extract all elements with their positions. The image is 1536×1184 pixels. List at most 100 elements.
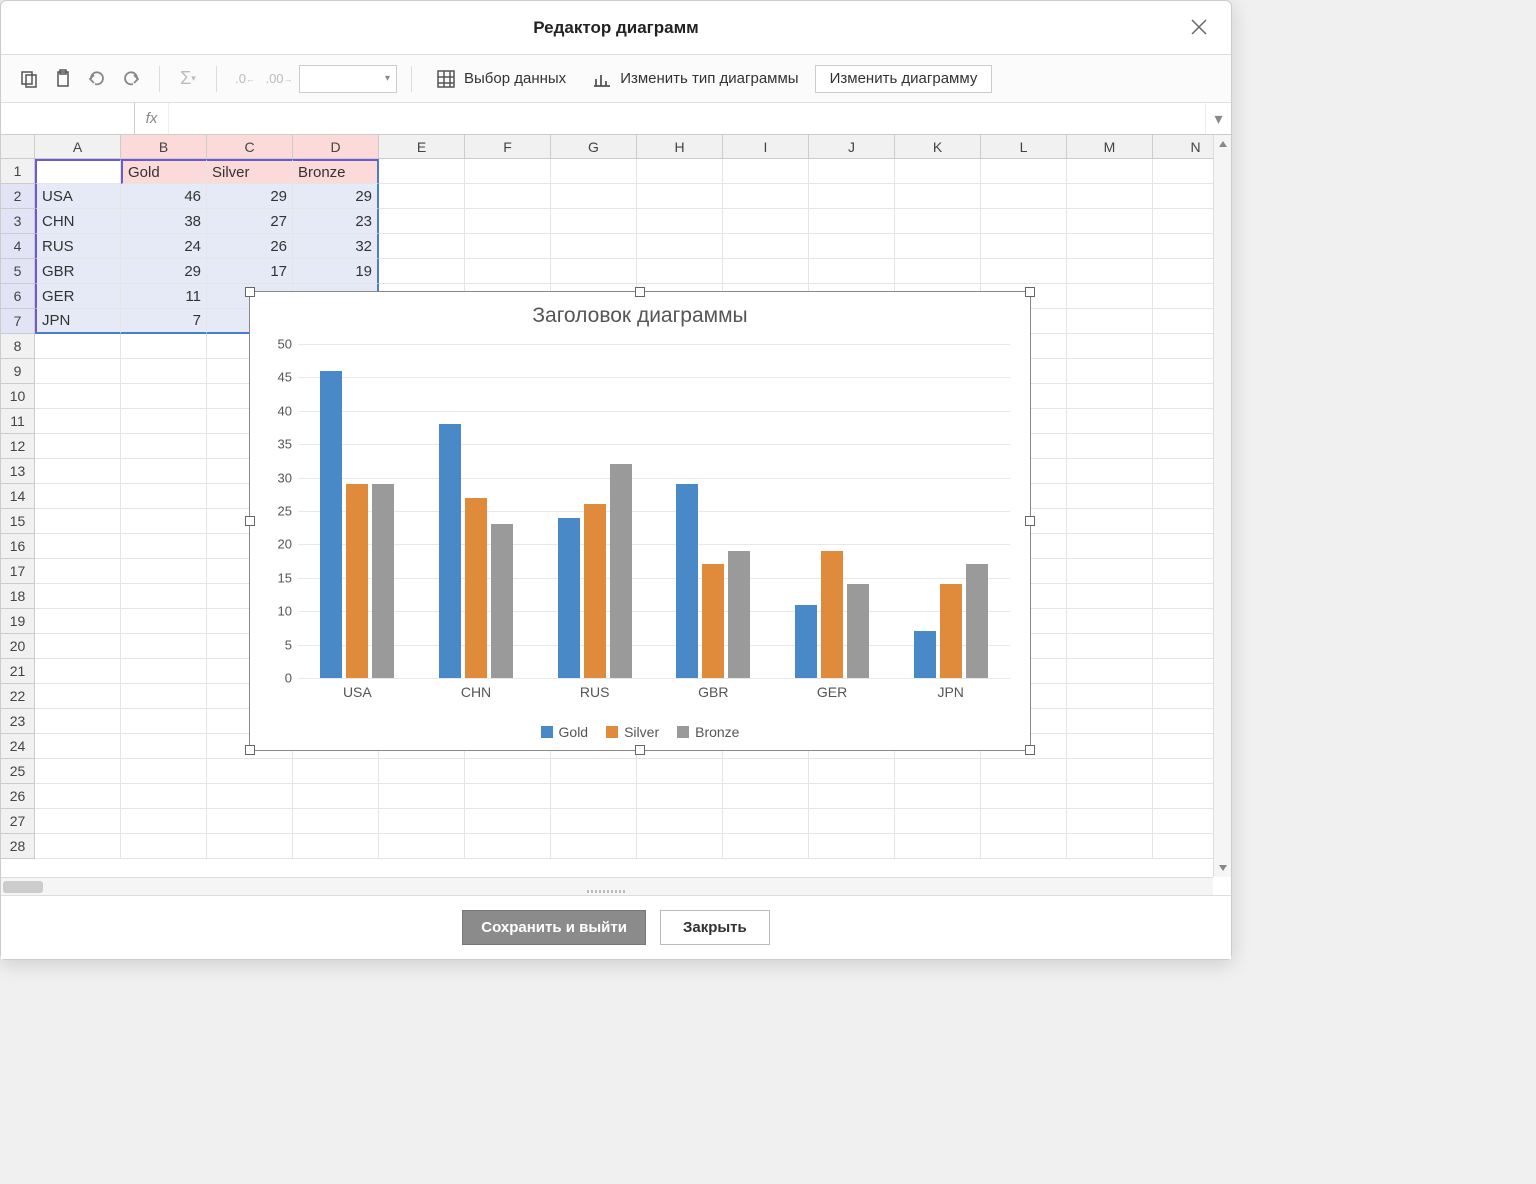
cell[interactable] <box>723 809 809 834</box>
cell[interactable] <box>121 359 207 384</box>
bar-bronze[interactable] <box>491 524 513 678</box>
number-format-combo[interactable]: ▾ <box>299 65 397 93</box>
bar-silver[interactable] <box>465 498 487 678</box>
fx-icon[interactable]: fx <box>135 103 169 134</box>
cell[interactable] <box>809 159 895 184</box>
resize-handle-sw[interactable] <box>245 745 255 755</box>
cell[interactable] <box>1067 584 1153 609</box>
cell[interactable] <box>379 234 465 259</box>
cell[interactable] <box>35 484 121 509</box>
cell[interactable] <box>35 334 121 359</box>
cell[interactable] <box>465 759 551 784</box>
bar-gold[interactable] <box>558 518 580 678</box>
cell[interactable] <box>637 784 723 809</box>
redo-icon[interactable] <box>117 65 145 93</box>
bar-silver[interactable] <box>821 551 843 678</box>
cell[interactable] <box>207 784 293 809</box>
cell[interactable] <box>981 784 1067 809</box>
cell[interactable] <box>723 209 809 234</box>
cell[interactable] <box>121 759 207 784</box>
cell[interactable] <box>465 159 551 184</box>
row-header-13[interactable]: 13 <box>1 459 35 484</box>
cell[interactable] <box>293 759 379 784</box>
cell[interactable] <box>551 159 637 184</box>
cell[interactable] <box>121 734 207 759</box>
row-header-17[interactable]: 17 <box>1 559 35 584</box>
save-and-exit-button[interactable]: Сохранить и выйти <box>462 910 646 945</box>
cell[interactable] <box>981 259 1067 284</box>
cell[interactable] <box>121 609 207 634</box>
horizontal-scrollbar[interactable] <box>1 877 1213 895</box>
row-header-21[interactable]: 21 <box>1 659 35 684</box>
cell[interactable]: 24 <box>121 234 207 259</box>
cell[interactable]: 32 <box>293 234 379 259</box>
cell[interactable] <box>35 709 121 734</box>
cell[interactable] <box>35 559 121 584</box>
column-header-M[interactable]: M <box>1067 135 1153 159</box>
cell[interactable] <box>895 209 981 234</box>
cell[interactable] <box>207 834 293 859</box>
column-header-G[interactable]: G <box>551 135 637 159</box>
column-header-B[interactable]: B <box>121 135 207 159</box>
cell[interactable]: 29 <box>293 184 379 209</box>
row-header-19[interactable]: 19 <box>1 609 35 634</box>
cell[interactable] <box>121 559 207 584</box>
column-header-F[interactable]: F <box>465 135 551 159</box>
bar-bronze[interactable] <box>372 484 394 678</box>
cell[interactable] <box>1067 484 1153 509</box>
cell[interactable] <box>35 834 121 859</box>
cell[interactable] <box>551 834 637 859</box>
increase-decimal-icon[interactable]: .00→ <box>265 65 293 93</box>
cell[interactable] <box>35 384 121 409</box>
close-button[interactable]: Закрыть <box>660 910 770 945</box>
cell[interactable] <box>1067 634 1153 659</box>
cell[interactable] <box>1067 284 1153 309</box>
cell[interactable] <box>551 784 637 809</box>
cell[interactable] <box>121 459 207 484</box>
cell[interactable] <box>293 784 379 809</box>
cell[interactable] <box>723 759 809 784</box>
cell[interactable] <box>121 584 207 609</box>
row-header-9[interactable]: 9 <box>1 359 35 384</box>
cell[interactable] <box>379 809 465 834</box>
bar-bronze[interactable] <box>966 564 988 678</box>
column-header-C[interactable]: C <box>207 135 293 159</box>
cell[interactable] <box>465 809 551 834</box>
resize-handle-s[interactable] <box>635 745 645 755</box>
cell[interactable] <box>551 234 637 259</box>
resize-handle-ne[interactable] <box>1025 287 1035 297</box>
resize-handle-n[interactable] <box>635 287 645 297</box>
cell[interactable] <box>1067 159 1153 184</box>
row-header-3[interactable]: 3 <box>1 209 35 234</box>
cell[interactable] <box>121 784 207 809</box>
column-header-H[interactable]: H <box>637 135 723 159</box>
cell[interactable] <box>379 759 465 784</box>
cell[interactable] <box>121 484 207 509</box>
row-header-28[interactable]: 28 <box>1 834 35 859</box>
cell[interactable] <box>207 809 293 834</box>
cell[interactable] <box>809 184 895 209</box>
cell[interactable] <box>379 784 465 809</box>
cell[interactable] <box>35 759 121 784</box>
select-all-corner[interactable] <box>1 135 35 159</box>
cell[interactable] <box>1067 784 1153 809</box>
cell[interactable] <box>293 834 379 859</box>
decrease-decimal-icon[interactable]: .0← <box>231 65 259 93</box>
cell[interactable]: GBR <box>35 259 121 284</box>
cell[interactable] <box>121 634 207 659</box>
cell[interactable] <box>723 834 809 859</box>
cell[interactable] <box>465 834 551 859</box>
cell[interactable] <box>637 234 723 259</box>
bar-gold[interactable] <box>795 605 817 678</box>
cell[interactable] <box>1067 534 1153 559</box>
cell[interactable] <box>35 584 121 609</box>
row-header-1[interactable]: 1 <box>1 159 35 184</box>
cell[interactable]: 23 <box>293 209 379 234</box>
row-header-4[interactable]: 4 <box>1 234 35 259</box>
column-header-I[interactable]: I <box>723 135 809 159</box>
edit-chart-button[interactable]: Изменить диаграмму <box>815 65 993 93</box>
cell[interactable] <box>809 784 895 809</box>
cell[interactable] <box>723 159 809 184</box>
cell[interactable] <box>121 684 207 709</box>
cell[interactable] <box>35 634 121 659</box>
